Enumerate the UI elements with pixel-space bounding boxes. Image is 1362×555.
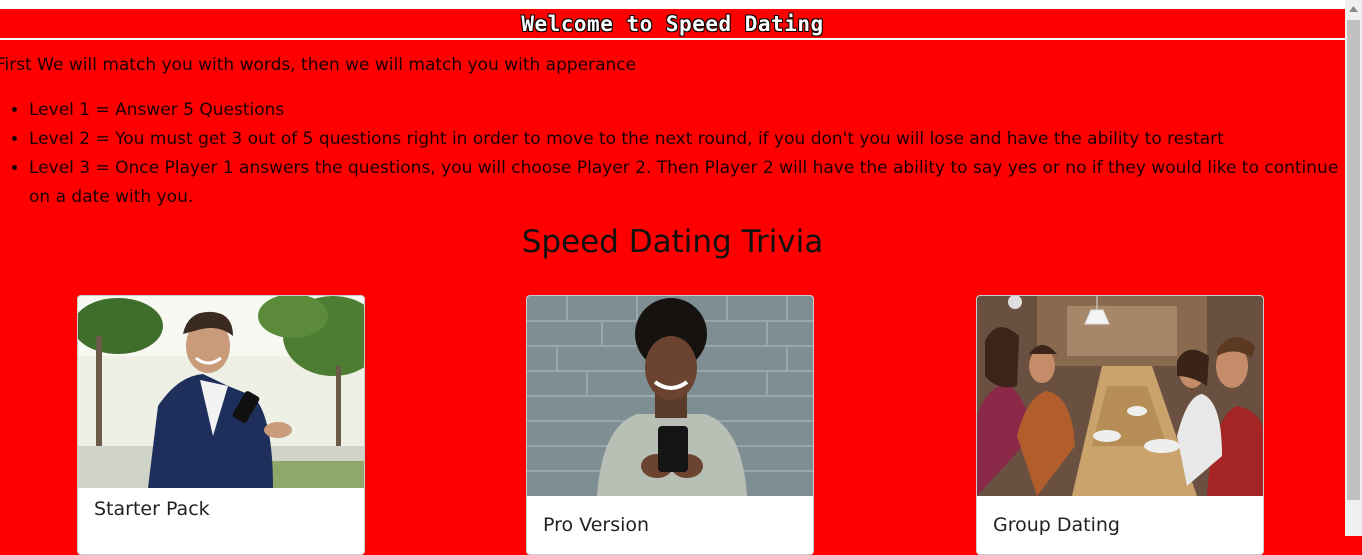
card-image-group-at-table — [977, 296, 1263, 496]
card-image-woman-with-phone — [527, 296, 813, 496]
card-pro-version[interactable]: Pro Version — [526, 295, 814, 555]
card-image-man-with-phone — [78, 296, 364, 488]
level-item-3: Level 3 = Once Player 1 answers the ques… — [29, 154, 1345, 212]
top-strip — [0, 0, 1345, 7]
page-title: Welcome to Speed Dating — [521, 11, 824, 36]
intro-text: First We will match you with words, then… — [0, 55, 637, 75]
card-title: Pro Version — [543, 514, 650, 536]
chevron-up-icon[interactable] — [1345, 0, 1362, 17]
vertical-scrollbar[interactable] — [1345, 0, 1362, 536]
level-item-2: Level 2 = You must get 3 out of 5 questi… — [29, 125, 1345, 154]
card-group-dating[interactable]: Group Dating — [976, 295, 1264, 555]
header-bar: Welcome to Speed Dating — [0, 7, 1345, 40]
section-title: Speed Dating Trivia — [521, 224, 824, 260]
card-starter-pack[interactable]: Starter Pack — [77, 295, 365, 555]
scrollbar-thumb[interactable] — [1347, 20, 1360, 500]
card-title: Group Dating — [993, 514, 1120, 536]
card-title: Starter Pack — [94, 498, 210, 520]
level-item-1: Level 1 = Answer 5 Questions — [29, 96, 1345, 125]
levels-list: Level 1 = Answer 5 Questions Level 2 = Y… — [0, 96, 1345, 212]
